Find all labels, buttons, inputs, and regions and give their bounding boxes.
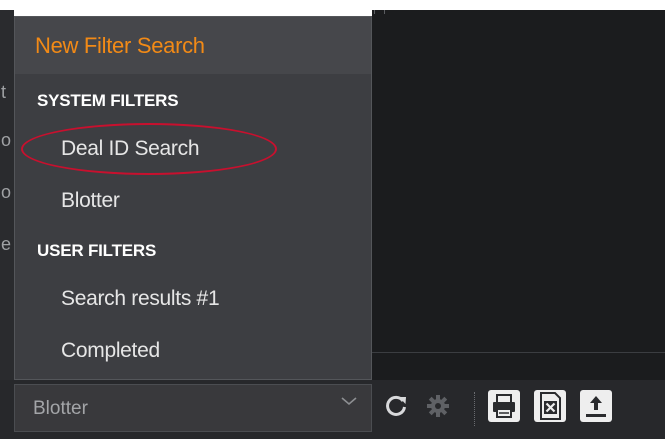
excel-icon [533,389,567,428]
upload-button[interactable] [576,384,616,432]
truncated-text: o [1,182,11,202]
grid-divider [372,352,665,353]
export-excel-button[interactable] [530,384,570,432]
settings-button[interactable] [418,384,458,432]
upload-icon [579,389,613,428]
results-grid-area [372,10,665,380]
refresh-icon [383,393,409,424]
system-filters-header: SYSTEM FILTERS [37,91,179,110]
user-filters-header: USER FILTERS [37,241,157,260]
truncated-text: t [1,82,7,102]
filter-select-value: Blotter [33,398,88,419]
filter-dropdown-menu: New Filter Search SYSTEM FILTERS Deal ID… [14,16,372,380]
new-filter-search-item[interactable]: New Filter Search [15,17,371,74]
print-icon [487,389,521,428]
menu-item-blotter[interactable]: Blotter [15,177,371,225]
filter-select[interactable]: Blotter [14,384,372,432]
truncated-text: o [1,130,11,150]
grid-divider [374,10,375,14]
menu-item-deal-id-search[interactable]: Deal ID Search [15,125,371,173]
print-button[interactable] [484,384,524,432]
menu-item-completed[interactable]: Completed [15,327,371,375]
grid-divider [384,10,385,14]
chevron-down-icon [339,391,359,411]
bottom-toolbar: Blotter [0,380,665,439]
menu-item-search-results-1[interactable]: Search results #1 [15,275,371,323]
background-panel-edge: t o o e [0,10,14,380]
toolbar-separator [474,392,476,426]
settings-icon [425,393,451,424]
refresh-button[interactable] [376,384,416,432]
truncated-text: e [1,234,11,254]
